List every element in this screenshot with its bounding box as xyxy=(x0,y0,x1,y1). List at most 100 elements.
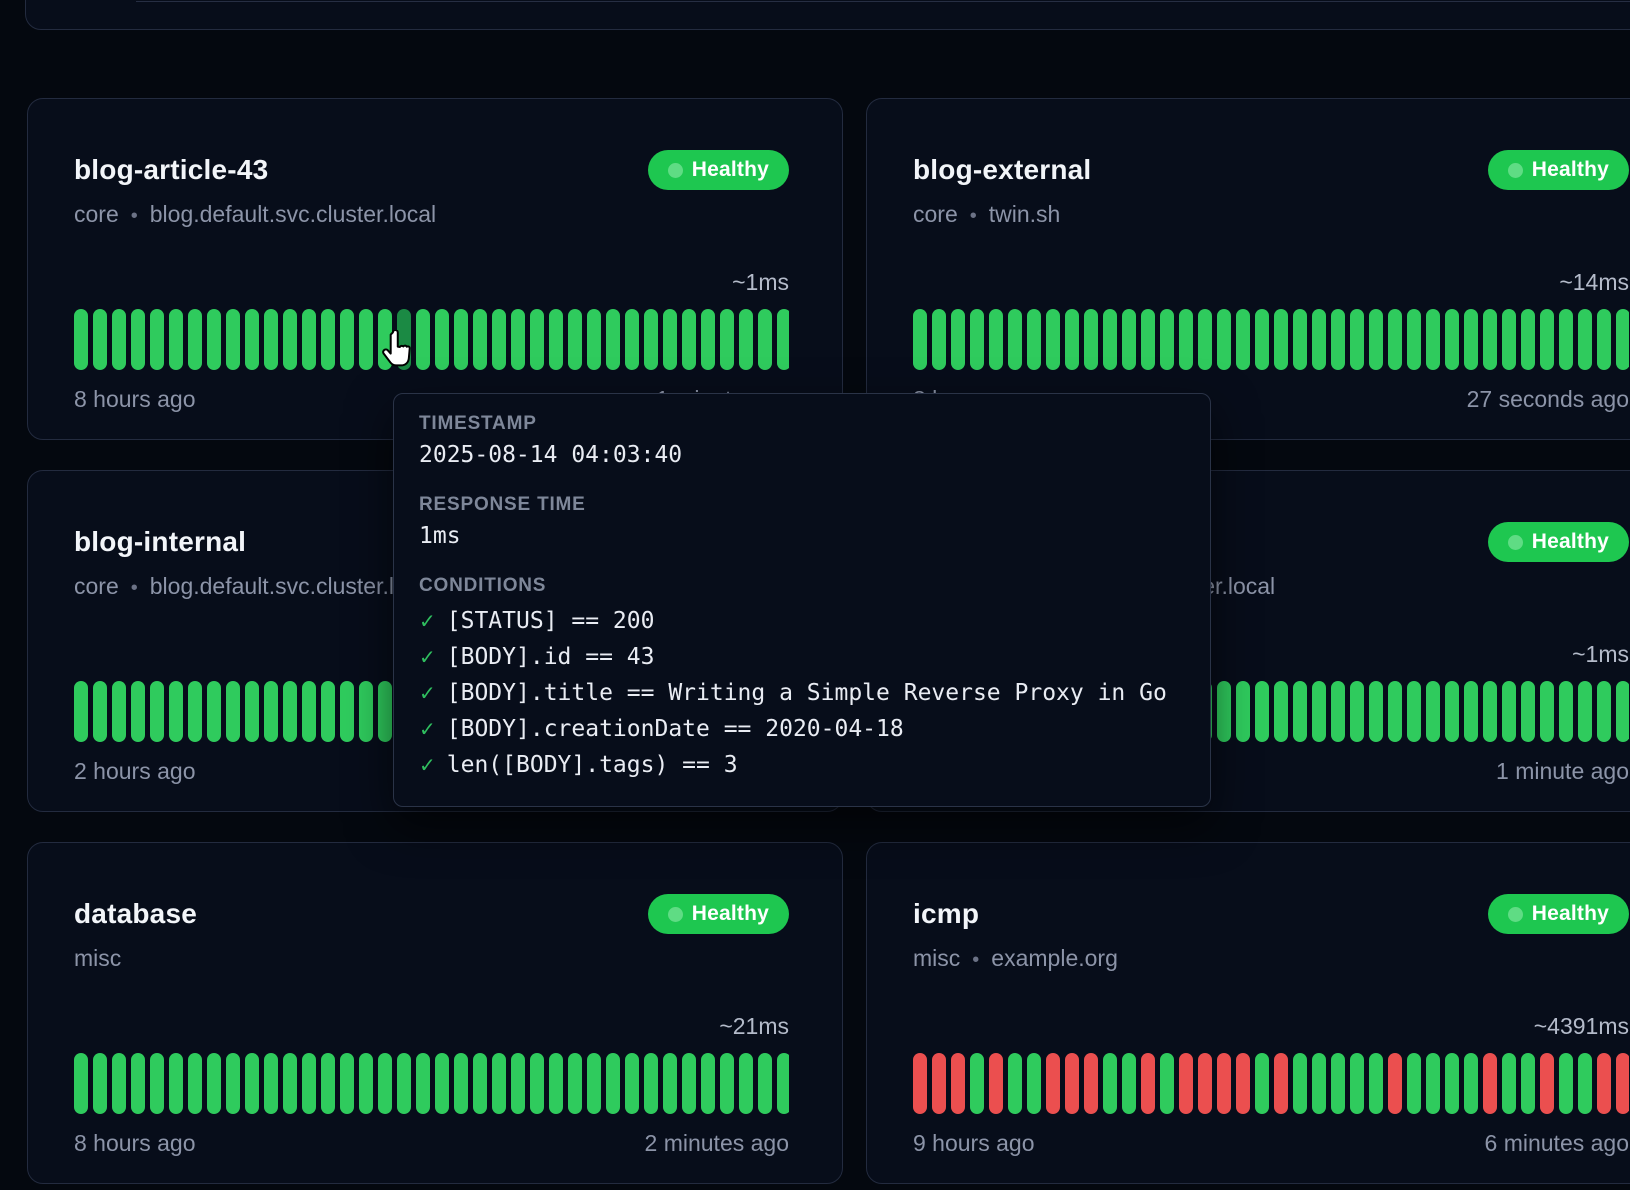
uptime-bar-up[interactable] xyxy=(1597,309,1611,370)
uptime-bar-up[interactable] xyxy=(1426,681,1440,742)
uptime-bar-up[interactable] xyxy=(970,1053,984,1114)
uptime-bar-down[interactable] xyxy=(989,1053,1003,1114)
uptime-bar-up[interactable] xyxy=(226,681,240,742)
uptime-bar-up[interactable] xyxy=(321,1053,335,1114)
uptime-bar-up[interactable] xyxy=(644,309,658,370)
uptime-bar-up[interactable] xyxy=(932,309,946,370)
uptime-bar-up[interactable] xyxy=(663,1053,677,1114)
uptime-bar-up[interactable] xyxy=(1483,309,1497,370)
uptime-bars[interactable] xyxy=(913,309,1629,370)
uptime-bar-up[interactable] xyxy=(1274,681,1288,742)
uptime-bar-up[interactable] xyxy=(1559,1053,1573,1114)
uptime-bar-up[interactable] xyxy=(340,309,354,370)
uptime-bar-up[interactable] xyxy=(1217,681,1231,742)
uptime-bar-up[interactable] xyxy=(207,681,221,742)
uptime-bar-up[interactable] xyxy=(1293,309,1307,370)
uptime-bar-down[interactable] xyxy=(1141,1053,1155,1114)
uptime-bar-up[interactable] xyxy=(321,309,335,370)
uptime-bar-up[interactable] xyxy=(1312,309,1326,370)
uptime-bar-up[interactable] xyxy=(1540,309,1554,370)
uptime-bar-up[interactable] xyxy=(682,309,696,370)
uptime-bar-up[interactable] xyxy=(1464,309,1478,370)
uptime-bar-up[interactable] xyxy=(1255,681,1269,742)
uptime-bar-up[interactable] xyxy=(720,309,734,370)
uptime-bar-up[interactable] xyxy=(1236,681,1250,742)
uptime-bar-up[interactable] xyxy=(1445,681,1459,742)
uptime-bar-up[interactable] xyxy=(169,681,183,742)
uptime-bar-down[interactable] xyxy=(913,1053,927,1114)
uptime-bar-up[interactable] xyxy=(150,681,164,742)
uptime-bar-up[interactable] xyxy=(150,309,164,370)
uptime-bar-up[interactable] xyxy=(112,1053,126,1114)
uptime-bar-up[interactable] xyxy=(302,681,316,742)
uptime-bar-up[interactable] xyxy=(473,309,487,370)
uptime-bar-up[interactable] xyxy=(378,1053,392,1114)
uptime-bar-up[interactable] xyxy=(74,681,88,742)
uptime-bar-up[interactable] xyxy=(131,1053,145,1114)
uptime-bar-up[interactable] xyxy=(1369,309,1383,370)
uptime-bar-up[interactable] xyxy=(1293,681,1307,742)
uptime-bar-up[interactable] xyxy=(1388,309,1402,370)
uptime-bar-up[interactable] xyxy=(93,1053,107,1114)
uptime-bar-up[interactable] xyxy=(1008,309,1022,370)
uptime-bar-up[interactable] xyxy=(1350,1053,1364,1114)
uptime-bar-up[interactable] xyxy=(913,309,927,370)
uptime-bar-up[interactable] xyxy=(1274,309,1288,370)
uptime-bar-up[interactable] xyxy=(701,309,715,370)
uptime-bar-up[interactable] xyxy=(264,1053,278,1114)
uptime-bar-up[interactable] xyxy=(359,309,373,370)
uptime-bar-up[interactable] xyxy=(587,309,601,370)
uptime-bar-down[interactable] xyxy=(1540,1053,1554,1114)
uptime-bar-up[interactable] xyxy=(1369,681,1383,742)
uptime-bar-up[interactable] xyxy=(1502,309,1516,370)
uptime-bar-up[interactable] xyxy=(739,309,753,370)
uptime-bar-up[interactable] xyxy=(644,1053,658,1114)
uptime-bar-up[interactable] xyxy=(1407,681,1421,742)
uptime-bar-up[interactable] xyxy=(1578,309,1592,370)
uptime-bar-up[interactable] xyxy=(701,1053,715,1114)
uptime-bar-up[interactable] xyxy=(970,309,984,370)
uptime-bar-up[interactable] xyxy=(1445,1053,1459,1114)
uptime-bar-up[interactable] xyxy=(1027,309,1041,370)
uptime-bar-up[interactable] xyxy=(302,309,316,370)
uptime-bar-up[interactable] xyxy=(1521,309,1535,370)
uptime-bar-up[interactable] xyxy=(245,1053,259,1114)
uptime-bar-down[interactable] xyxy=(1046,1053,1060,1114)
uptime-bar-up[interactable] xyxy=(1578,1053,1592,1114)
uptime-bar-up[interactable] xyxy=(188,681,202,742)
uptime-bar-up[interactable] xyxy=(1350,309,1364,370)
uptime-bar-up[interactable] xyxy=(1255,309,1269,370)
uptime-bar-up[interactable] xyxy=(1331,1053,1345,1114)
uptime-bars[interactable] xyxy=(74,309,789,370)
service-title[interactable]: icmp xyxy=(913,898,979,930)
uptime-bar-up[interactable] xyxy=(1369,1053,1383,1114)
uptime-bar-up[interactable] xyxy=(1027,1053,1041,1114)
uptime-bar-up[interactable] xyxy=(416,1053,430,1114)
uptime-bar-up[interactable] xyxy=(1008,1053,1022,1114)
uptime-bar-up[interactable] xyxy=(1217,309,1231,370)
uptime-bar-up[interactable] xyxy=(321,681,335,742)
uptime-bar-up[interactable] xyxy=(264,681,278,742)
uptime-bar-up[interactable] xyxy=(1084,309,1098,370)
uptime-bar-up[interactable] xyxy=(777,1053,789,1114)
uptime-bar-up[interactable] xyxy=(568,309,582,370)
uptime-bar-up[interactable] xyxy=(951,309,965,370)
uptime-bar-down[interactable] xyxy=(1236,1053,1250,1114)
uptime-bar-up[interactable] xyxy=(283,309,297,370)
uptime-bar-up[interactable] xyxy=(112,681,126,742)
uptime-bar-up[interactable] xyxy=(93,681,107,742)
uptime-bar-up[interactable] xyxy=(1559,681,1573,742)
uptime-bar-up[interactable] xyxy=(549,1053,563,1114)
uptime-bar-up[interactable] xyxy=(1578,681,1592,742)
uptime-bar-up[interactable] xyxy=(1103,309,1117,370)
uptime-bar-down[interactable] xyxy=(932,1053,946,1114)
service-title[interactable]: blog-internal xyxy=(74,526,246,558)
uptime-bar-up[interactable] xyxy=(777,309,789,370)
uptime-bar-up[interactable] xyxy=(169,309,183,370)
uptime-bar-up[interactable] xyxy=(1312,1053,1326,1114)
uptime-bar-up[interactable] xyxy=(1388,681,1402,742)
service-title[interactable]: database xyxy=(74,898,197,930)
uptime-bar-up[interactable] xyxy=(1331,681,1345,742)
uptime-bar-up[interactable] xyxy=(283,681,297,742)
uptime-bar-up[interactable] xyxy=(1103,1053,1117,1114)
